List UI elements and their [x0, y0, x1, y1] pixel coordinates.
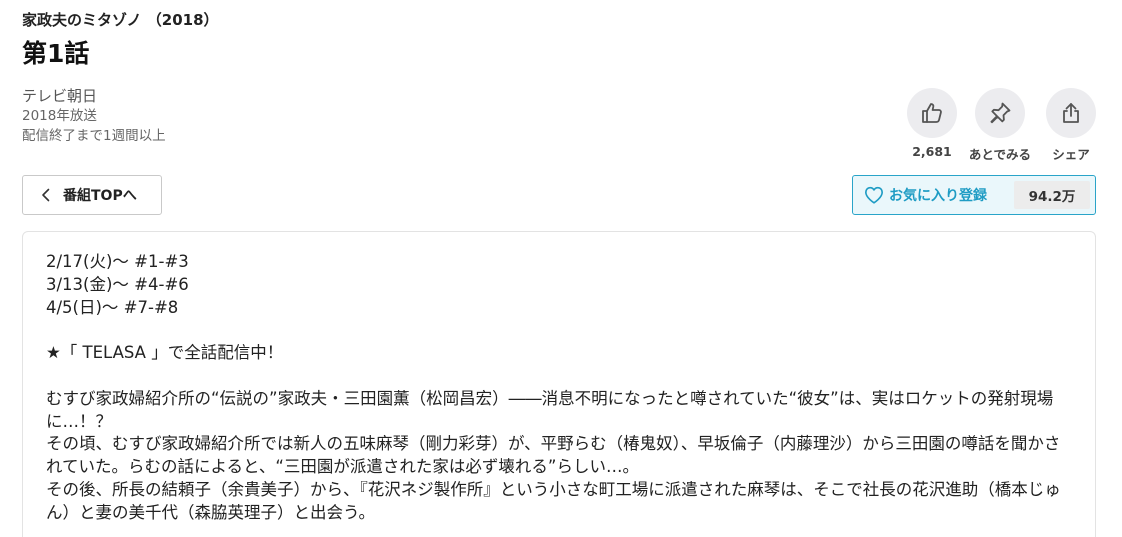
share-icon [1063, 103, 1079, 123]
like-circle[interactable] [907, 88, 957, 138]
favorite-count: 94.2万 [1014, 181, 1090, 209]
watch-later-label: あとでみる [968, 147, 1032, 162]
watch-later-button[interactable]: あとでみる [965, 88, 1035, 163]
share-circle[interactable] [1046, 88, 1096, 138]
synopsis-paragraph: むすび家政婦紹介所の“伝説の”家政夫・三田園薫（松岡昌宏）――消息不明になったと… [46, 388, 1054, 431]
favorite-label: お気に入り登録 [889, 188, 987, 204]
description-panel: 2/17(火)～ #1-#3 3/13(金)～ #4-#6 4/5(日)～ #7… [22, 231, 1096, 537]
schedule-line: 4/5(日)～ #7-#8 [46, 297, 179, 317]
favorite-button[interactable]: お気に入り登録 94.2万 [852, 175, 1096, 215]
share-label: シェア [1052, 147, 1090, 162]
pin-icon [990, 102, 1011, 124]
chevron-left-icon [41, 188, 51, 202]
like-count: 2,681 [912, 144, 952, 159]
synopsis-paragraph: その頃、むすび家政婦紹介所では新人の五味麻琴（剛力彩芽）が、平野らむ（椿鬼奴）、… [46, 434, 1061, 477]
broadcaster: テレビ朝日 [22, 87, 98, 105]
synopsis-paragraph: その後、所長の結頼子（余貴美子）から、『花沢ネジ製作所』という小さな町工場に派遣… [46, 479, 1061, 522]
thumbs-up-icon [922, 103, 942, 123]
back-button-label: 番組TOPへ [63, 188, 137, 204]
telasa-announcement: ★「 TELASA 」で全話配信中！ [46, 343, 284, 363]
series-title[interactable]: 家政夫のミタゾノ （2018） [22, 9, 219, 30]
schedule-line: 3/13(金)～ #4-#6 [46, 274, 189, 294]
like-button[interactable]: 2,681 [897, 88, 967, 159]
back-to-program-button[interactable]: 番組TOPへ [22, 175, 162, 215]
heart-icon [864, 186, 884, 204]
watch-later-circle[interactable] [975, 88, 1025, 138]
episode-meta: テレビ朝日 2018年放送 配信終了まで1週間以上 [22, 86, 166, 146]
broadcast-year: 2018年放送 [22, 108, 97, 124]
schedule-line: 2/17(火)～ #1-#3 [46, 252, 189, 271]
share-button[interactable]: シェア [1036, 88, 1106, 163]
expiry-notice: 配信終了まで1週間以上 [22, 128, 166, 144]
description-text: 2/17(火)～ #1-#3 3/13(金)～ #4-#6 4/5(日)～ #7… [46, 251, 1076, 525]
episode-title: 第1話 [22, 39, 90, 68]
